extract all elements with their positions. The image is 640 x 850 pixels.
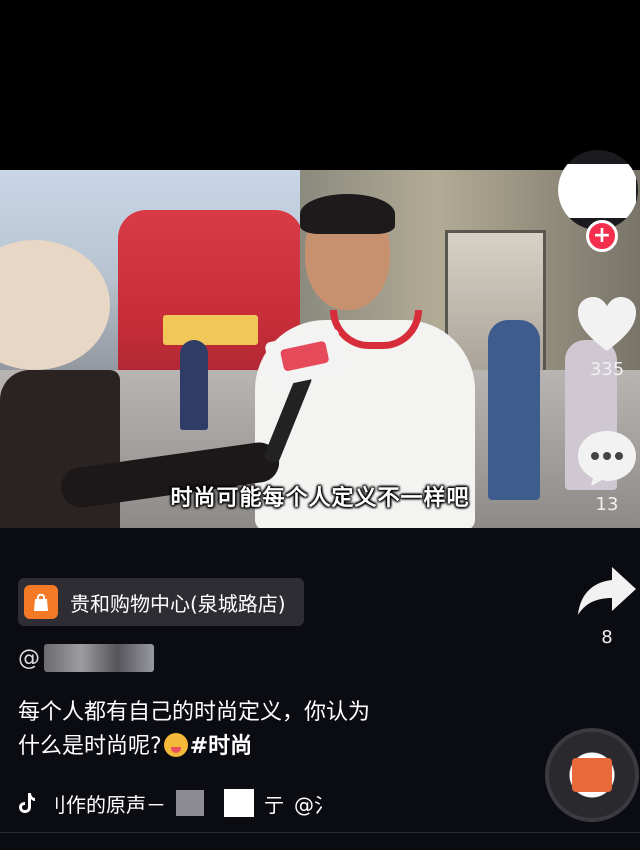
music-disc-cover xyxy=(572,758,612,792)
heart-icon xyxy=(578,297,636,351)
music-redaction-1 xyxy=(176,790,204,816)
avatar-redaction xyxy=(558,164,636,218)
video-caption: 每个人都有自己的时尚定义，你认为 什么是时尚呢? #时尚 xyxy=(18,696,478,764)
shopping-bag-icon xyxy=(24,585,58,619)
tongue-emoji-icon xyxy=(163,733,188,757)
music-marquee[interactable]: 刂作的原声－ 亍 @氵 xyxy=(18,786,334,820)
like-button[interactable]: 335 xyxy=(572,295,640,380)
comment-count: 13 xyxy=(595,494,619,515)
pedestrian xyxy=(180,340,208,430)
interviewee-hair xyxy=(300,194,395,234)
share-icon xyxy=(578,567,636,615)
share-button[interactable]: 8 xyxy=(572,565,640,648)
shop-label: 贵和购物中心(泉城路店) xyxy=(70,591,286,616)
like-count: 335 xyxy=(589,359,625,380)
caption-line-2: 什么是时尚呢? xyxy=(18,734,162,759)
hashtag-link[interactable]: #时尚 xyxy=(190,734,252,759)
follow-button[interactable]: + xyxy=(586,220,618,252)
author-handle[interactable]: @ xyxy=(18,640,154,676)
author-name-redacted xyxy=(44,644,154,672)
share-count: 8 xyxy=(601,627,613,648)
music-redaction-2 xyxy=(224,789,254,817)
comment-button[interactable]: 13 xyxy=(572,428,640,515)
creator-avatar[interactable] xyxy=(558,150,638,230)
tiktok-note-icon xyxy=(19,793,35,813)
music-disc[interactable] xyxy=(545,728,639,822)
caption-line-1: 每个人都有自己的时尚定义，你认为 xyxy=(18,700,371,725)
comment-icon xyxy=(578,431,636,486)
author-at-sign: @ xyxy=(18,645,40,671)
interviewer-hat xyxy=(0,240,110,370)
music-title-part-2: 亍 xyxy=(264,792,284,817)
music-title-part-3: @氵 xyxy=(294,792,334,817)
top-black-area xyxy=(0,0,640,170)
music-title-part-1: 刂作的原声－ xyxy=(46,792,166,817)
location-shop-tag[interactable]: 贵和购物中心(泉城路店) xyxy=(18,578,304,626)
bottom-divider xyxy=(0,832,640,833)
